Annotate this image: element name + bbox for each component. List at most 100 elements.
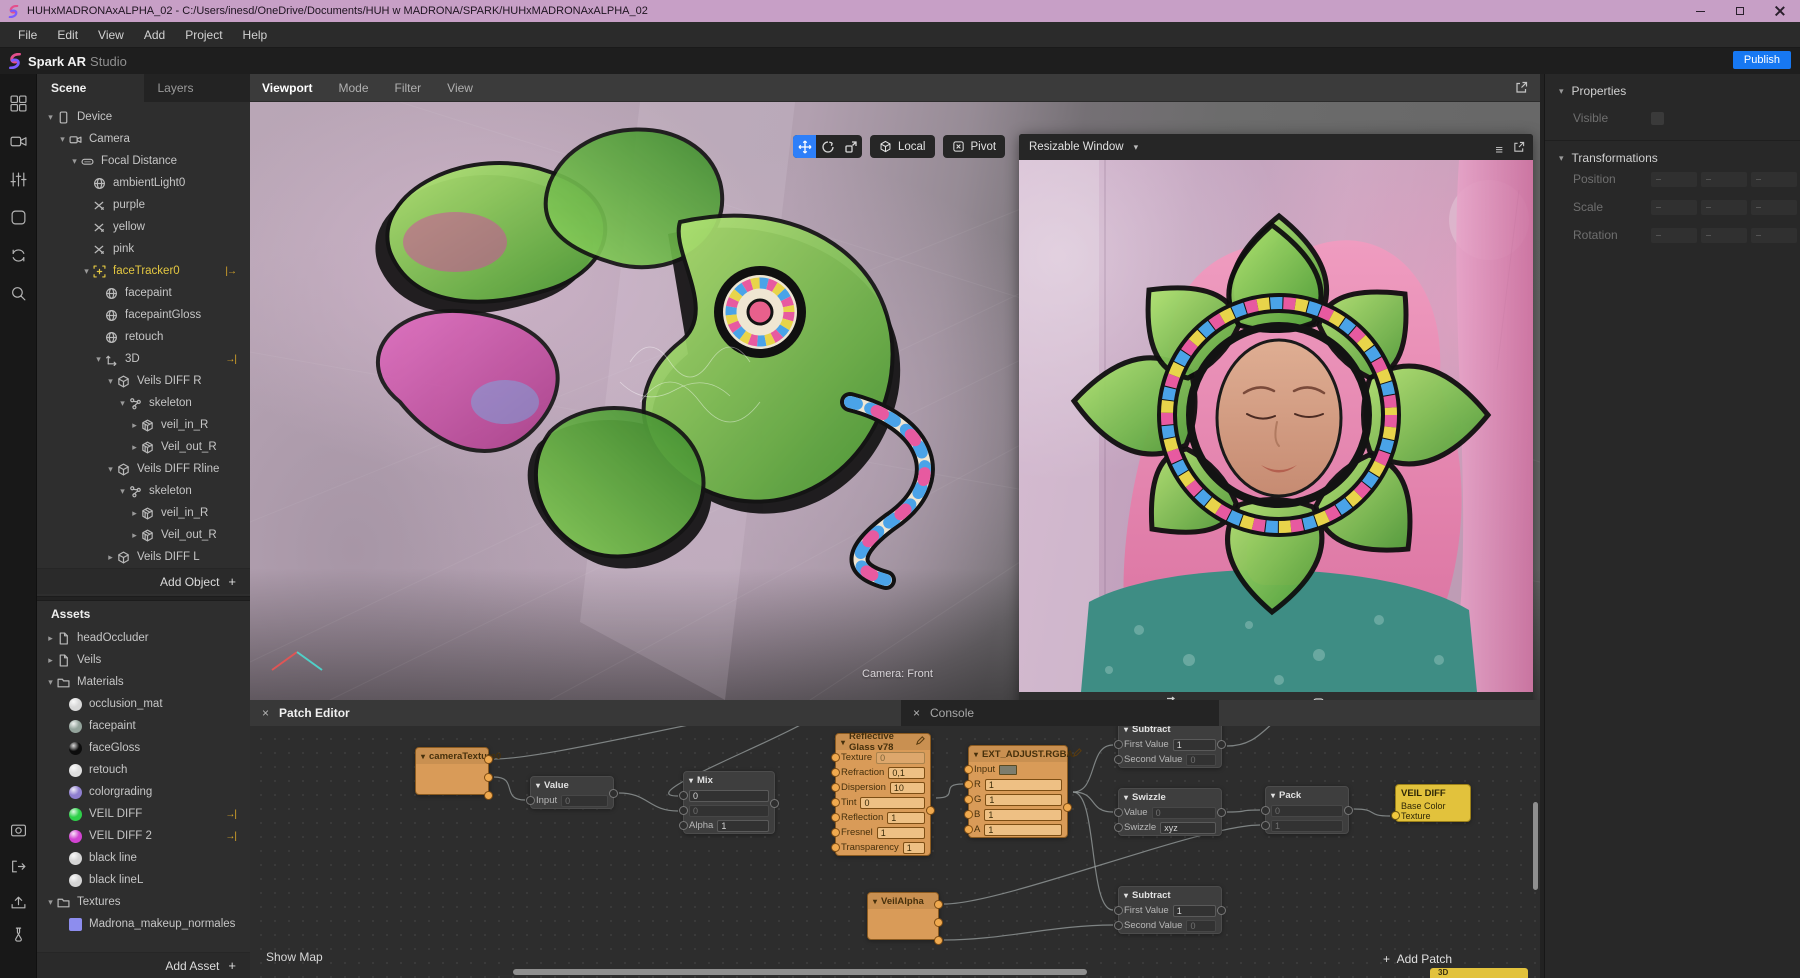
node-field-value[interactable]: 0 bbox=[1186, 754, 1216, 766]
rotation-field-y[interactable] bbox=[1701, 228, 1747, 243]
node-collapse-icon[interactable]: ▾ bbox=[873, 897, 877, 906]
node-collapse-icon[interactable]: ▾ bbox=[536, 781, 540, 790]
menu-view[interactable]: View bbox=[88, 22, 134, 47]
scene-item-yellow[interactable]: yellow bbox=[37, 216, 250, 238]
patch-node-ext-adjust-rgba[interactable]: ▾EXT_ADJUST.RGBAInputR1G1B1A1 bbox=[968, 745, 1068, 838]
capture-icon[interactable] bbox=[10, 822, 27, 839]
output-port[interactable] bbox=[770, 799, 779, 808]
node-field-value[interactable]: 0 bbox=[1186, 920, 1216, 932]
node-field-value[interactable]: 0 bbox=[860, 797, 925, 809]
chevron-down-icon[interactable]: ▾ bbox=[1134, 142, 1139, 153]
patch-node-veil-diff[interactable]: VEIL DIFFBase Color Texture bbox=[1395, 784, 1471, 822]
patch-node-cameratexture0[interactable]: ▾cameraTexture0 bbox=[415, 747, 489, 795]
node-field-value[interactable]: 1 bbox=[984, 824, 1062, 836]
scene-item-skeleton[interactable]: ▾skeleton bbox=[37, 480, 250, 502]
visible-checkbox[interactable] bbox=[1651, 112, 1664, 125]
node-field-value[interactable]: 1 bbox=[984, 809, 1062, 821]
patch-node-swizzle[interactable]: ▾SwizzleValue0Swizzlexyz bbox=[1118, 788, 1222, 836]
node-field-value[interactable]: 1 bbox=[903, 842, 925, 854]
menu-edit[interactable]: Edit bbox=[47, 22, 88, 47]
scene-item-veil-in-r[interactable]: ▸veil_in_R bbox=[37, 502, 250, 524]
output-port[interactable] bbox=[1217, 906, 1226, 915]
assets-item-veil-diff-2[interactable]: VEIL DIFF 2→| bbox=[37, 825, 250, 847]
node-field-value[interactable]: 1 bbox=[1173, 905, 1216, 917]
assets-item-textures[interactable]: ▾Textures bbox=[37, 891, 250, 913]
output-port[interactable] bbox=[1344, 806, 1353, 815]
scale-field-y[interactable] bbox=[1701, 200, 1747, 215]
input-port[interactable] bbox=[831, 768, 840, 777]
node-field-value[interactable]: 1 bbox=[985, 779, 1062, 791]
input-port[interactable] bbox=[831, 753, 840, 762]
horizontal-scrollbar[interactable] bbox=[513, 969, 1087, 975]
rotation-field-z[interactable] bbox=[1751, 228, 1797, 243]
viewport-tab-filter[interactable]: Filter bbox=[395, 81, 422, 95]
node-field-value[interactable]: 0 bbox=[1152, 807, 1216, 819]
patch-node-subtract[interactable]: ▾SubtractFirst Value1Second Value0 bbox=[1118, 726, 1222, 768]
node-field-value[interactable]: 0 bbox=[689, 805, 769, 817]
scene-item-veil-out-r[interactable]: ▸Veil_out_R bbox=[37, 436, 250, 458]
titlebar[interactable]: HUHxMADRONAxALPHA_02 - C:/Users/inesd/On… bbox=[0, 0, 1800, 22]
close-button[interactable] bbox=[1760, 0, 1800, 22]
output-port[interactable] bbox=[484, 755, 493, 764]
input-port[interactable] bbox=[679, 791, 688, 800]
scene-item-facepaint[interactable]: facepaint bbox=[37, 282, 250, 304]
node-field-value[interactable]: 0,1 bbox=[888, 767, 925, 779]
node-collapse-icon[interactable]: ▾ bbox=[974, 750, 978, 759]
patch-node-value[interactable]: ▾ValueInput0 bbox=[530, 776, 614, 809]
input-port[interactable] bbox=[1114, 808, 1123, 817]
scene-item-veils-diff-l[interactable]: ▸Veils DIFF L bbox=[37, 546, 250, 568]
assets-item-black-linel[interactable]: black lineL bbox=[37, 869, 250, 891]
input-port[interactable] bbox=[964, 795, 973, 804]
tab-layers[interactable]: Layers bbox=[144, 74, 251, 102]
menu-icon[interactable]: ≡ bbox=[1495, 142, 1503, 157]
node-field-value[interactable]: 1 bbox=[985, 794, 1062, 806]
expand-open-icon[interactable]: ▾ bbox=[116, 486, 129, 497]
node-field-value[interactable]: 0 bbox=[876, 752, 925, 764]
node-collapse-icon[interactable]: ▾ bbox=[421, 752, 425, 761]
node-field-value[interactable]: 1 bbox=[717, 820, 769, 832]
expand-closed-icon[interactable]: ▸ bbox=[44, 655, 57, 666]
node-field-value[interactable]: xyz bbox=[1160, 822, 1216, 834]
input-port[interactable] bbox=[1261, 821, 1270, 830]
input-port[interactable] bbox=[1114, 921, 1123, 930]
output-port[interactable] bbox=[609, 789, 618, 798]
node-field-value[interactable]: 1 bbox=[1271, 820, 1343, 832]
camera-icon[interactable] bbox=[10, 133, 27, 150]
input-port[interactable] bbox=[964, 810, 973, 819]
assets-item-facepaint[interactable]: facepaint bbox=[37, 715, 250, 737]
assets-item-facegloss[interactable]: faceGloss bbox=[37, 737, 250, 759]
viewport-tab-view[interactable]: View bbox=[447, 81, 473, 95]
chevron-down-icon[interactable]: ▾ bbox=[1559, 86, 1564, 97]
output-port[interactable] bbox=[484, 791, 493, 800]
patch-graph-canvas[interactable]: ▾cameraTexture0▾ValueInput0▾Mix00Alpha1▾… bbox=[250, 726, 1540, 978]
output-port[interactable] bbox=[1063, 803, 1072, 812]
node-field-value[interactable]: 0 bbox=[1271, 805, 1343, 817]
input-port[interactable] bbox=[526, 796, 535, 805]
menu-help[interactable]: Help bbox=[233, 22, 278, 47]
expand-open-icon[interactable]: ▾ bbox=[44, 677, 57, 688]
edit-pencil-icon[interactable] bbox=[1073, 748, 1082, 760]
search-icon[interactable] bbox=[10, 285, 27, 302]
scale-tool-button[interactable] bbox=[839, 135, 862, 158]
expand-open-icon[interactable]: ▾ bbox=[68, 156, 81, 167]
input-port[interactable] bbox=[1391, 811, 1400, 820]
preview-header[interactable]: Resizable Window ▾ ≡ bbox=[1019, 134, 1533, 160]
output-port[interactable] bbox=[934, 900, 943, 909]
simulator-preview-window[interactable]: Resizable Window ▾ ≡ bbox=[1019, 134, 1533, 700]
popout-icon[interactable] bbox=[1513, 140, 1525, 158]
maximize-button[interactable] bbox=[1720, 0, 1760, 22]
input-port[interactable] bbox=[1114, 755, 1123, 764]
expand-open-icon[interactable]: ▾ bbox=[116, 398, 129, 409]
expand-open-icon[interactable]: ▾ bbox=[56, 134, 69, 145]
node-field-value[interactable]: 0 bbox=[689, 790, 769, 802]
grid-icon[interactable] bbox=[10, 95, 27, 112]
input-port[interactable] bbox=[679, 821, 688, 830]
input-port[interactable] bbox=[964, 825, 973, 834]
viewport-tab-viewport[interactable]: Viewport bbox=[262, 81, 312, 95]
scene-item-ambientlight0[interactable]: ambientLight0 bbox=[37, 172, 250, 194]
input-port[interactable] bbox=[964, 780, 973, 789]
scene-item-skeleton[interactable]: ▾skeleton bbox=[37, 392, 250, 414]
expand-closed-icon[interactable]: ▸ bbox=[104, 552, 117, 563]
input-port[interactable] bbox=[831, 798, 840, 807]
menu-project[interactable]: Project bbox=[175, 22, 232, 47]
